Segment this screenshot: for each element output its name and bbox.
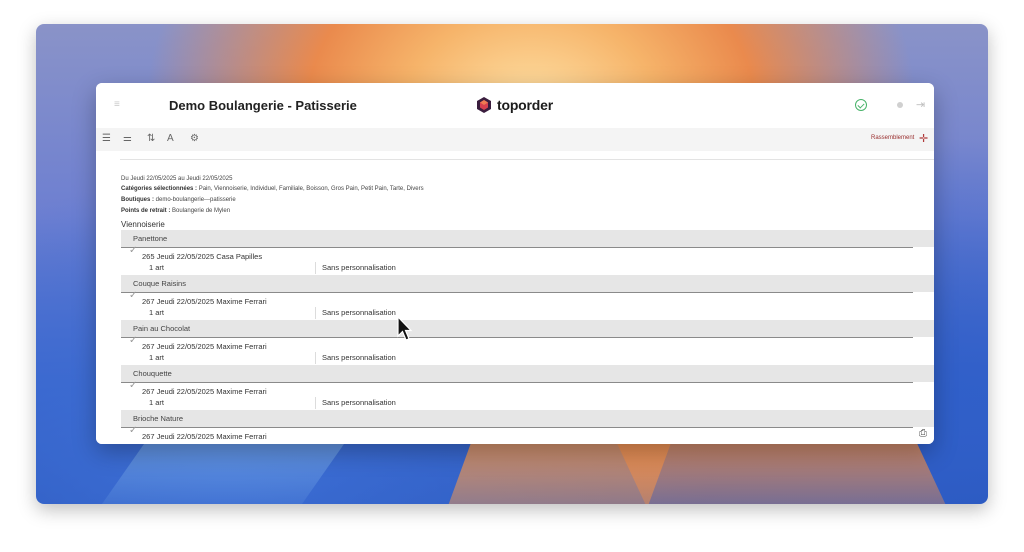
- personalisation: Sans personnalisation: [322, 353, 396, 362]
- product-name: Pain au Chocolat: [133, 324, 191, 333]
- boutiques-label: Boutiques :: [121, 197, 154, 203]
- sliders-icon[interactable]: ⚌: [123, 133, 132, 144]
- page-title: Demo Boulangerie - Patisserie: [169, 98, 357, 113]
- logo-text: toporder: [497, 97, 553, 113]
- date-range: Du Jeudi 22/05/2025 au Jeudi 22/05/2025: [121, 176, 233, 182]
- personalisation: Sans personnalisation: [322, 308, 396, 317]
- product-header[interactable]: Chouquette: [121, 365, 934, 382]
- product-divider: [121, 337, 913, 338]
- settings-icon[interactable]: ⚙: [190, 133, 199, 144]
- product-header[interactable]: Brioche Nature: [121, 410, 934, 427]
- column-divider: [315, 352, 316, 364]
- boutiques-value: demo-boulangerie---patisserie: [154, 197, 236, 203]
- check-icon[interactable]: ✓: [129, 335, 137, 346]
- points-value: Boulangerie de Mylen: [170, 208, 231, 214]
- product-name: Chouquette: [133, 369, 172, 378]
- categories-value: Pain, Viennoiserie, Individuel, Familial…: [197, 186, 424, 192]
- quantity: 1 art: [149, 398, 165, 407]
- order-line: 267 Jeudi 22/05/2025 Maxime Ferrari: [142, 432, 267, 441]
- menu-icon[interactable]: ≡: [114, 99, 120, 110]
- quantity: 1 art: [149, 353, 165, 362]
- column-divider: [315, 397, 316, 409]
- product-divider: [121, 247, 913, 248]
- column-divider: [315, 307, 316, 319]
- crosshair-icon[interactable]: ✛: [919, 132, 928, 145]
- order-line: 267 Jeudi 22/05/2025 Maxime Ferrari: [142, 297, 267, 306]
- check-icon[interactable]: ✓: [129, 245, 137, 256]
- quantity: 1 art: [149, 263, 165, 272]
- column-divider: [315, 262, 316, 274]
- check-icon[interactable]: ✓: [129, 425, 137, 436]
- product-divider: [121, 427, 913, 428]
- title-bar: ≡ Demo Boulangerie - Patisserie toporder…: [96, 83, 934, 128]
- sort-icon[interactable]: ⇅: [147, 133, 155, 144]
- mouse-cursor-icon: [397, 316, 413, 341]
- app-window: ≡ Demo Boulangerie - Patisserie toporder…: [96, 83, 934, 444]
- boutiques-filter: Boutiques : demo-boulangerie---patisseri…: [121, 197, 236, 203]
- wallpaper-ray: [87, 444, 345, 504]
- toolbar: ☰ ⚌ ⇅ A ⚙ Rassemblement ✛: [96, 128, 934, 151]
- order-line: 267 Jeudi 22/05/2025 Maxime Ferrari: [142, 342, 267, 351]
- product-name: Brioche Nature: [133, 414, 184, 423]
- check-icon[interactable]: ✓: [129, 380, 137, 391]
- divider: [120, 159, 934, 160]
- wallpaper-ray: [612, 434, 960, 504]
- toporder-logo: toporder: [476, 97, 553, 113]
- section-title: Viennoiserie: [121, 220, 165, 229]
- order-list: Du Jeudi 22/05/2025 au Jeudi 22/05/2025 …: [96, 151, 934, 444]
- personalisation: Sans personnalisation: [322, 398, 396, 407]
- print-icon[interactable]: ⎙: [919, 428, 927, 439]
- product-name: Panettone: [133, 234, 168, 243]
- rassemblement-label[interactable]: Rassemblement: [871, 135, 914, 141]
- logout-icon[interactable]: ⇥: [916, 98, 925, 111]
- sync-status-icon[interactable]: [855, 99, 867, 111]
- points-filter: Points de retrait : Boulangerie de Mylen: [121, 208, 230, 214]
- categories-filter: Catégories sélectionnées : Pain, Viennoi…: [121, 186, 424, 192]
- check-icon[interactable]: ✓: [129, 290, 137, 301]
- order-line: 265 Jeudi 22/05/2025 Casa Papilles: [142, 252, 263, 261]
- product-header[interactable]: Couque Raisins: [121, 275, 934, 292]
- product-divider: [121, 292, 913, 293]
- toporder-logo-icon: [477, 97, 491, 113]
- settings-dot-icon[interactable]: [897, 102, 903, 108]
- product-header[interactable]: Panettone: [121, 230, 934, 247]
- text-size-icon[interactable]: A: [167, 133, 174, 144]
- product-name: Couque Raisins: [133, 279, 186, 288]
- categories-label: Catégories sélectionnées :: [121, 186, 198, 192]
- order-line: 267 Jeudi 22/05/2025 Maxime Ferrari: [142, 387, 267, 396]
- product-header[interactable]: Pain au Chocolat: [121, 320, 934, 337]
- quantity: 1 art: [149, 308, 165, 317]
- personalisation: Sans personnalisation: [322, 263, 396, 272]
- points-label: Points de retrait :: [121, 208, 171, 214]
- product-divider: [121, 382, 913, 383]
- list-check-icon[interactable]: ☰: [102, 133, 111, 144]
